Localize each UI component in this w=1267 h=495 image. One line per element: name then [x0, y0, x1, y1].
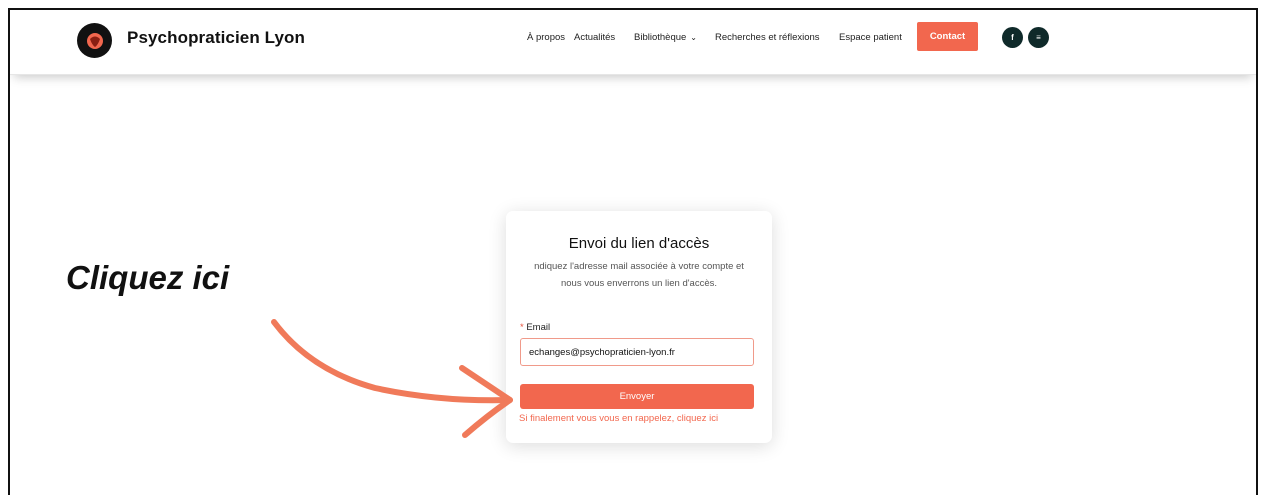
arrow-icon [271, 319, 513, 438]
browser-frame: Psychopraticien Lyon À propos Actualités… [8, 8, 1258, 495]
